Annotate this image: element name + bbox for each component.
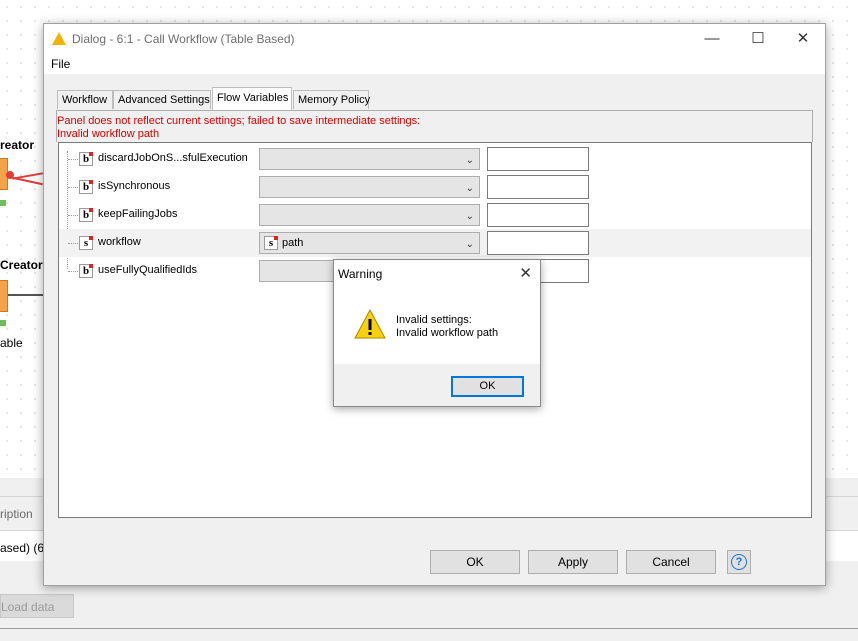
- menu-bar: File: [44, 54, 825, 74]
- knime-logo-icon: [52, 32, 66, 45]
- load-data-button[interactable]: Load data: [0, 594, 74, 618]
- tree-row[interactable]: b discardJobOnS...sfulExecution ⌄: [59, 145, 811, 173]
- maximize-icon[interactable]: ☐: [735, 24, 781, 54]
- setting-name: isSynchronous: [98, 180, 171, 192]
- tree-row[interactable]: b keepFailingJobs ⌄: [59, 201, 811, 229]
- string-type-icon: s: [264, 236, 278, 250]
- warning-ok-button[interactable]: OK: [451, 376, 524, 397]
- output-variable-field[interactable]: [487, 231, 589, 255]
- close-icon[interactable]: ✕: [519, 264, 532, 282]
- apply-button[interactable]: Apply: [528, 550, 618, 574]
- variable-select[interactable]: ⌄: [259, 148, 480, 170]
- setting-name: keepFailingJobs: [98, 208, 178, 220]
- chevron-down-icon: ⌄: [465, 183, 474, 194]
- chevron-down-icon: ⌄: [465, 211, 474, 222]
- tree-row[interactable]: s workflow s path ⌄: [59, 229, 811, 257]
- setting-name: discardJobOnS...sfulExecution: [98, 152, 248, 164]
- help-icon: ?: [731, 554, 747, 570]
- string-type-icon: s: [79, 236, 93, 250]
- setting-name: useFullyQualifiedIds: [98, 264, 198, 276]
- warning-message: Invalid settings: Invalid workflow path: [396, 314, 498, 340]
- menu-file[interactable]: File: [51, 57, 70, 71]
- divider: [0, 628, 858, 629]
- tree-line: [68, 243, 78, 244]
- output-variable-field[interactable]: [487, 147, 589, 171]
- warning-message-line: Invalid settings:: [396, 314, 472, 326]
- close-icon[interactable]: ✕: [780, 24, 826, 54]
- connection-line: [8, 294, 43, 296]
- tab-advanced-settings[interactable]: Advanced Settings: [113, 90, 211, 109]
- node-label: reator: [0, 138, 35, 152]
- variable-select[interactable]: ⌄: [259, 176, 480, 198]
- chevron-down-icon: ⌄: [465, 239, 474, 250]
- console-text: ased) (6: [0, 541, 45, 555]
- warning-icon: [354, 309, 386, 339]
- error-message: Panel does not reflect current settings;…: [57, 115, 421, 127]
- minimize-icon[interactable]: —: [689, 24, 735, 54]
- tree-line: [68, 187, 78, 188]
- tab-memory-policy[interactable]: Memory Policy: [293, 90, 370, 109]
- tab-flow-variables[interactable]: Flow Variables: [212, 87, 292, 110]
- node-sublabel: able: [0, 336, 23, 350]
- tree-line: [68, 215, 78, 216]
- node-status: [0, 200, 6, 206]
- dialog-titlebar[interactable]: Dialog - 6:1 - Call Workflow (Table Base…: [44, 24, 825, 54]
- warning-title: Warning: [338, 267, 383, 281]
- tab-workflow[interactable]: Workflow: [57, 90, 113, 109]
- output-variable-field[interactable]: [487, 175, 589, 199]
- error-message: Invalid workflow path: [57, 128, 160, 140]
- warning-dialog: Warning ✕ Invalid settings: Invalid work…: [333, 259, 541, 407]
- node-icon[interactable]: [0, 280, 8, 312]
- output-variable-field[interactable]: [487, 203, 589, 227]
- variable-select[interactable]: ⌄: [259, 204, 480, 226]
- node-status: [0, 320, 6, 326]
- tree-row[interactable]: b isSynchronous ⌄: [59, 173, 811, 201]
- help-button[interactable]: ?: [727, 550, 751, 574]
- warning-message-line: Invalid workflow path: [396, 327, 499, 339]
- boolean-type-icon: b: [79, 208, 93, 222]
- cancel-button[interactable]: Cancel: [626, 550, 716, 574]
- chevron-down-icon: ⌄: [465, 155, 474, 166]
- tree-line: [68, 159, 78, 160]
- boolean-type-icon: b: [79, 180, 93, 194]
- dialog-title: Dialog - 6:1 - Call Workflow (Table Base…: [72, 32, 295, 46]
- description-tab[interactable]: ription: [0, 507, 33, 521]
- node-label: Creator: [0, 258, 43, 272]
- boolean-type-icon: b: [79, 152, 93, 166]
- variable-select[interactable]: s path ⌄: [259, 232, 480, 254]
- tree-line: [68, 271, 78, 272]
- ok-button[interactable]: OK: [430, 550, 520, 574]
- connection-line: [12, 176, 43, 186]
- boolean-type-icon: b: [79, 264, 93, 278]
- setting-name: workflow: [98, 236, 141, 248]
